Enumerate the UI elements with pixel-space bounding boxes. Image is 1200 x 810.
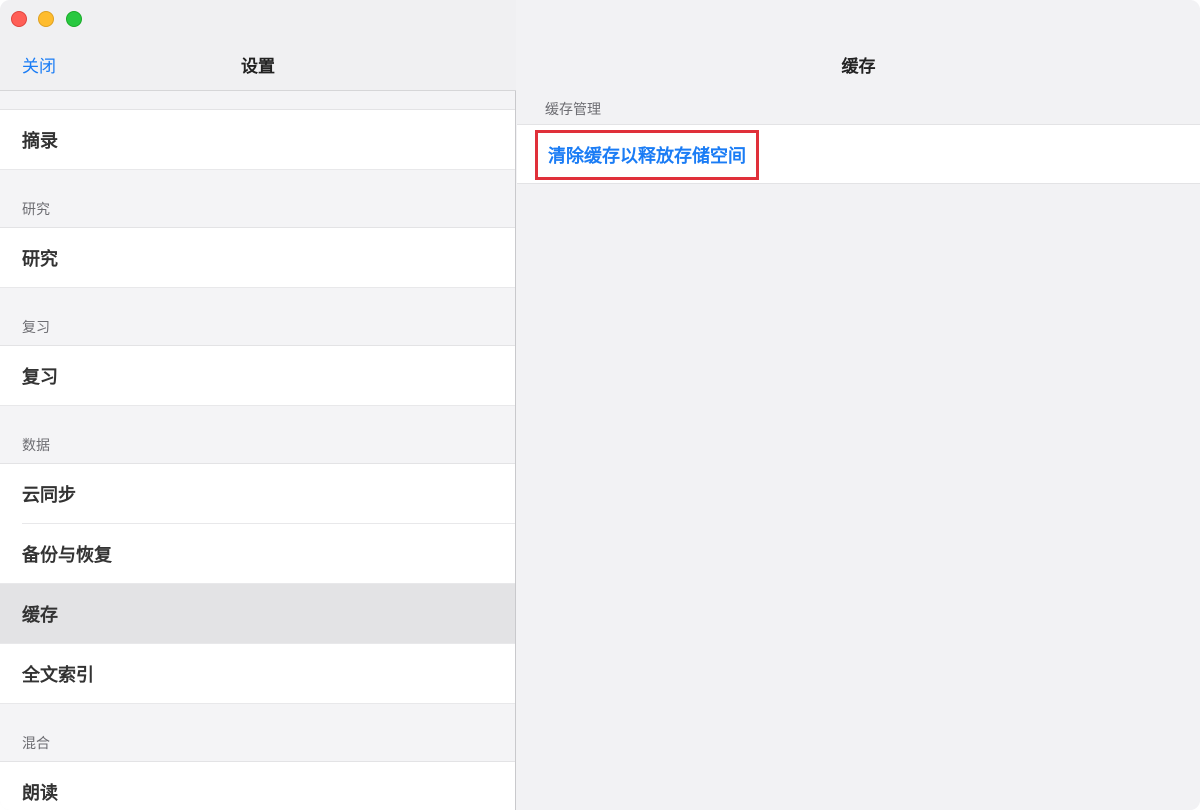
section-header-cache-management: 缓存管理	[545, 102, 601, 118]
detail-pane: 缓存 缓存管理 清除缓存以释放存储空间	[517, 0, 1200, 810]
page-title: 缓存	[841, 57, 876, 77]
sidebar-item-excerpt[interactable]: 摘录	[0, 110, 515, 170]
window-zoom-button[interactable]	[66, 11, 82, 27]
sidebar-item-review[interactable]: 复习	[0, 346, 515, 406]
list-top-spacer	[0, 92, 515, 110]
section-header-data: 数据	[0, 406, 515, 464]
sidebar-item-cloud-sync[interactable]: 云同步	[0, 464, 515, 524]
cache-management-card: 清除缓存以释放存储空间	[517, 124, 1200, 184]
sidebar-title: 设置	[241, 57, 275, 77]
section-header-review: 复习	[0, 288, 515, 346]
sidebar-item-research[interactable]: 研究	[0, 228, 515, 288]
sidebar: 关闭 设置 摘录 研究 研究 复习 复习 数据 云同步 备份与恢复 缓存 全文索…	[0, 0, 516, 810]
section-header-mixed: 混合	[0, 704, 515, 762]
sidebar-item-backup-restore[interactable]: 备份与恢复	[0, 524, 515, 584]
window-minimize-button[interactable]	[38, 11, 54, 27]
settings-window: 关闭 设置 摘录 研究 研究 复习 复习 数据 云同步 备份与恢复 缓存 全文索…	[0, 0, 1200, 810]
window-close-button[interactable]	[11, 11, 27, 27]
clear-cache-button[interactable]: 清除缓存以释放存储空间	[535, 130, 759, 180]
settings-list[interactable]: 摘录 研究 研究 复习 复习 数据 云同步 备份与恢复 缓存 全文索引 混合 朗…	[0, 92, 515, 810]
sidebar-item-cache[interactable]: 缓存	[0, 584, 515, 644]
sidebar-header: 关闭 设置	[0, 0, 516, 91]
sidebar-item-read-aloud[interactable]: 朗读	[0, 762, 515, 810]
sidebar-item-fulltext-index[interactable]: 全文索引	[0, 644, 515, 704]
section-header-research: 研究	[0, 170, 515, 228]
